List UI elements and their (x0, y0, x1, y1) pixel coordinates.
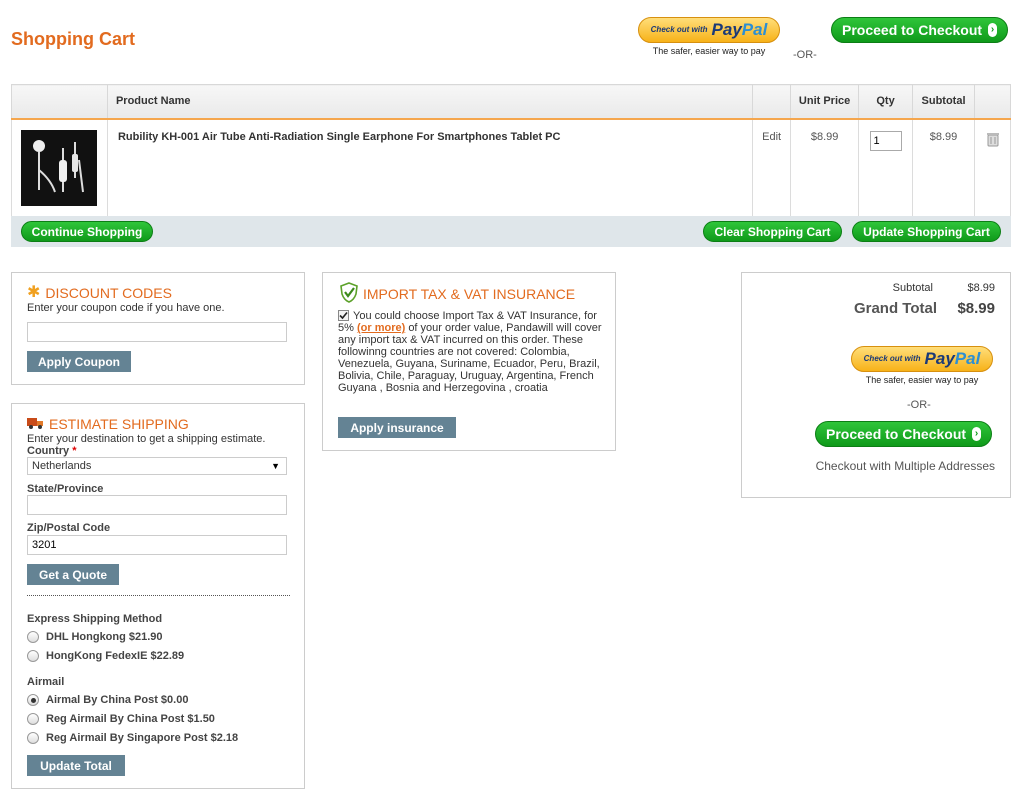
or-separator: -OR- (907, 399, 931, 411)
qty-input[interactable] (869, 130, 902, 151)
update-total-button[interactable]: Update Total (27, 755, 125, 776)
proceed-to-checkout-button[interactable]: Proceed to Checkout › (831, 17, 1008, 43)
chevron-right-icon: › (988, 23, 997, 37)
paypal-small-text: Check out with (650, 25, 708, 34)
discount-panel: ✱ DISCOUNT CODES Enter your coupon code … (11, 272, 305, 385)
clear-cart-button[interactable]: Clear Shopping Cart (703, 221, 842, 242)
dropdown-arrow-icon: ▼ (271, 461, 280, 471)
discount-star-icon: ✱ (27, 284, 41, 301)
cart-table: Product Name Unit Price Qty Subtotal Rub… (11, 84, 1011, 217)
discount-title: DISCOUNT CODES (45, 285, 172, 301)
unit-price: $8.99 (790, 117, 860, 217)
top-paypal-block: Check out with PayPal The safer, easier … (638, 17, 780, 56)
state-input[interactable] (27, 495, 287, 515)
multiple-addresses-link[interactable]: Checkout with Multiple Addresses (816, 459, 995, 473)
remove-column-header (974, 84, 1011, 119)
shipping-title-row: ESTIMATE SHIPPING (27, 416, 189, 432)
remove-cell (974, 117, 1011, 217)
totals-paypal-block: Check out with PayPal The safer, easier … (851, 346, 993, 385)
paypal-caption: The safer, easier way to pay (652, 46, 766, 56)
insurance-title: IMPORT TAX & VAT INSURANCE (363, 286, 576, 302)
update-cart-button[interactable]: Update Shopping Cart (852, 221, 1001, 242)
table-row: Rubility KH-001 Air Tube Anti-Radiation … (11, 117, 1011, 217)
apply-insurance-button[interactable]: Apply insurance (338, 417, 456, 438)
page-title: Shopping Cart (11, 29, 135, 49)
trash-icon[interactable] (985, 131, 1001, 150)
insurance-title-row: IMPORT TAX & VAT INSURANCE (340, 282, 575, 306)
or-more-link[interactable]: (or more) (357, 322, 405, 334)
row-subtotal: $8.99 (912, 117, 975, 217)
column-subtotal: Subtotal (912, 84, 975, 119)
edit-column-header (752, 84, 792, 119)
zip-label: Zip/Postal Code (27, 522, 111, 534)
radio-button-selected[interactable] (27, 693, 39, 706)
product-image[interactable] (21, 129, 98, 206)
truck-icon (27, 416, 44, 432)
or-separator: -OR- (793, 49, 817, 61)
shipping-option-label: HongKong FedexIE $22.89 (46, 649, 185, 662)
product-name[interactable]: Rubility KH-001 Air Tube Anti-Radiation … (106, 117, 754, 217)
shipping-title: ESTIMATE SHIPPING (49, 416, 189, 432)
product-image-cell (11, 117, 108, 217)
shipping-option[interactable]: DHL Hongkong $21.90 (27, 627, 184, 646)
coupon-input[interactable] (27, 322, 287, 342)
grand-total-label: Grand Total (853, 300, 937, 317)
radio-button[interactable] (27, 712, 39, 725)
country-select[interactable]: Netherlands ▼ (27, 457, 287, 475)
shipping-option[interactable]: Reg Airmail By China Post $1.50 (27, 709, 238, 728)
airmail-options: Airmal By China Post $0.00 Reg Airmail B… (27, 690, 238, 747)
paypal-logo: PayPal (711, 20, 768, 39)
express-options: DHL Hongkong $21.90 HongKong FedexIE $22… (27, 627, 184, 665)
get-quote-button[interactable]: Get a Quote (27, 564, 119, 585)
shipping-subtitle: Enter your destination to get a shipping… (27, 433, 266, 445)
airmail-label: Airmail (27, 676, 65, 688)
paypal-checkout-button[interactable]: Check out with PayPal (851, 346, 993, 372)
subtotal-label: Subtotal (892, 282, 933, 294)
discount-title-row: ✱ DISCOUNT CODES (27, 284, 172, 302)
chevron-right-icon: › (972, 427, 981, 441)
subtotal-value: $8.99 (967, 282, 995, 294)
paypal-logo: PayPal (924, 349, 981, 368)
checkout-label: Proceed to Checkout (826, 426, 967, 442)
continue-shopping-button[interactable]: Continue Shopping (21, 221, 153, 242)
shipping-option[interactable]: Reg Airmail By Singapore Post $2.18 (27, 728, 238, 747)
discount-subtitle: Enter your coupon code if you have one. (27, 302, 225, 314)
image-column-header (11, 84, 108, 119)
state-label: State/Province (27, 483, 104, 495)
shipping-option[interactable]: Airmal By China Post $0.00 (27, 690, 238, 709)
radio-button[interactable] (27, 649, 39, 662)
shipping-option[interactable]: HongKong FedexIE $22.89 (27, 646, 184, 665)
proceed-to-checkout-button[interactable]: Proceed to Checkout › (815, 421, 992, 447)
grand-total-value: $8.99 (957, 300, 995, 317)
paypal-checkout-button[interactable]: Check out with PayPal (638, 17, 780, 43)
totals-panel: Subtotal $8.99 Grand Total $8.99 Check o… (741, 272, 1011, 498)
shield-check-icon (340, 282, 358, 306)
shipping-option-label: DHL Hongkong $21.90 (46, 630, 163, 643)
shipping-panel: ESTIMATE SHIPPING Enter your destination… (11, 403, 305, 789)
column-product-name: Product Name (106, 84, 754, 119)
edit-link[interactable]: Edit (752, 117, 792, 217)
radio-button[interactable] (27, 630, 39, 643)
column-unit-price: Unit Price (790, 84, 860, 119)
shipping-option-label: Airmal By China Post $0.00 (46, 693, 189, 706)
dotted-divider (27, 595, 290, 596)
country-label: Country * (27, 445, 77, 457)
checkout-label: Proceed to Checkout (842, 22, 983, 38)
apply-coupon-button[interactable]: Apply Coupon (27, 351, 131, 372)
radio-button[interactable] (27, 731, 39, 744)
country-value: Netherlands (32, 460, 92, 472)
paypal-caption: The safer, easier way to pay (865, 375, 979, 385)
column-qty: Qty (858, 84, 914, 119)
insurance-checkbox[interactable] (338, 310, 349, 321)
shipping-option-label: Reg Airmail By China Post $1.50 (46, 712, 215, 725)
paypal-small-text: Check out with (863, 354, 921, 363)
insurance-panel: IMPORT TAX & VAT INSURANCE You could cho… (322, 272, 616, 451)
shipping-option-label: Reg Airmail By Singapore Post $2.18 (46, 731, 239, 744)
qty-cell (858, 117, 914, 217)
express-label: Express Shipping Method (27, 613, 163, 625)
insurance-text: You could choose Import Tax & VAT Insura… (338, 310, 602, 394)
zip-input[interactable] (27, 535, 287, 555)
